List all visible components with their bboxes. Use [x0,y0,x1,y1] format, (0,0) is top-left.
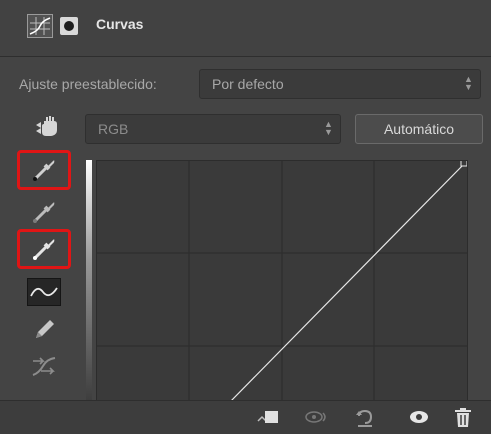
eyedropper-black-icon [32,160,55,182]
auto-button[interactable]: Automático [355,114,483,144]
view-previous-state-icon[interactable] [304,407,326,427]
curves-properties-panel: Curvas Ajuste preestablecido: Por defect… [0,0,491,434]
channel-dropdown[interactable]: RGB ▲ ▼ [85,114,341,144]
pencil-icon [36,320,54,338]
panel-title: Curvas [96,16,144,32]
preset-label: Ajuste preestablecido: [19,76,157,92]
pencil-tool[interactable] [17,310,71,350]
updown-arrows-icon: ▲ ▼ [324,119,333,137]
curve-endpoint [460,159,468,167]
visibility-eye-icon[interactable] [407,407,429,427]
eyedropper-gray-icon [32,202,55,224]
curve-points-icon [27,278,61,306]
output-gradient-bar [86,160,92,406]
smooth-curve-tool[interactable] [17,346,71,386]
curve-graph[interactable] [96,159,468,406]
smooth-curve-icon [32,357,56,376]
preset-dropdown[interactable]: Por defecto ▲ ▼ [199,69,481,99]
panel-header: Curvas [0,0,491,57]
clip-to-layer-icon[interactable] [256,407,278,427]
reset-icon[interactable] [354,407,376,427]
bottom-toolbar [0,400,491,434]
layer-mask-icon[interactable] [60,17,78,35]
on-image-adjust-hand-icon[interactable] [34,115,62,139]
channel-value: RGB [98,121,129,137]
preset-value: Por defecto [212,76,284,92]
updown-arrows-icon: ▲ ▼ [464,74,473,92]
white-point-eyedropper[interactable] [17,229,71,269]
curves-adjustment-icon[interactable] [27,14,53,38]
curve-grid [97,159,468,406]
edit-points-tool[interactable] [17,272,71,312]
curve-line [226,162,466,406]
gray-point-eyedropper[interactable] [17,192,71,232]
black-point-eyedropper[interactable] [17,150,71,190]
eyedropper-white-icon [32,239,55,261]
trash-icon[interactable] [452,407,474,427]
